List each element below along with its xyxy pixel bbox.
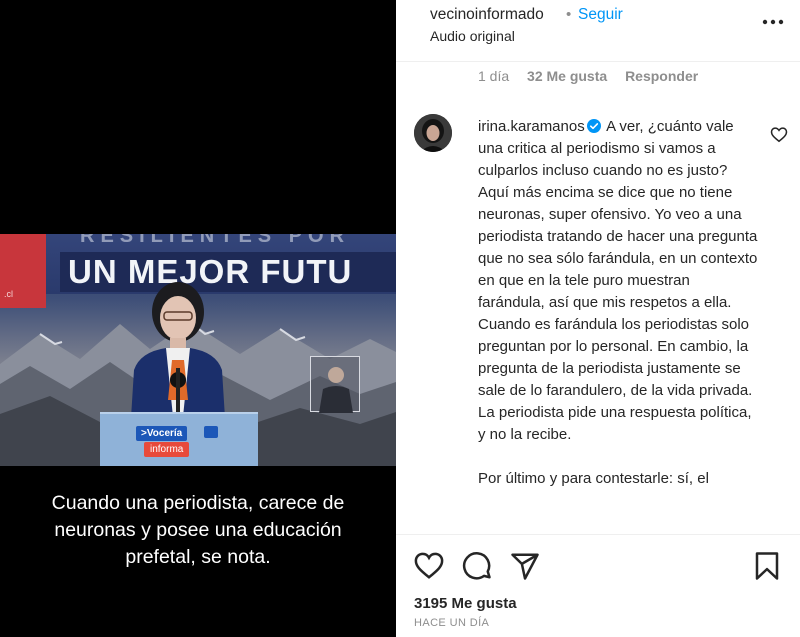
post-actions: 3195 Me gusta HACE UN DÍA xyxy=(396,534,800,637)
comment-text-continued: Por último y para contestarle: sí, el xyxy=(478,470,709,487)
comment-heart-icon[interactable] xyxy=(770,126,788,143)
post-panel: vecinoinformado • Seguir Audio original … xyxy=(396,0,800,637)
separator-dot: • xyxy=(566,6,572,23)
comment-body: irina.karamanos A ver, ¿cuánto vale una … xyxy=(478,116,758,490)
comments-section[interactable]: 1 día 32 Me gusta Responder irina.karama… xyxy=(396,62,800,534)
video-frame[interactable]: RESILIENTES POR UN MEJOR FUTU .cl >Vocer… xyxy=(0,234,396,466)
caption-line: prefetal, se nota. xyxy=(125,546,271,568)
video-panel[interactable]: RESILIENTES POR UN MEJOR FUTU .cl >Vocer… xyxy=(0,0,396,637)
comment-meta-row: 1 día 32 Me gusta Responder xyxy=(478,68,712,84)
comment-author[interactable]: irina.karamanos xyxy=(478,118,585,135)
banner-top-text: RESILIENTES POR xyxy=(80,234,351,247)
podium: >Vocería informa xyxy=(100,412,258,466)
caption-line: Cuando una periodista, carece de xyxy=(51,492,345,514)
post-time-ago: HACE UN DÍA xyxy=(414,617,490,629)
comment-text: A ver, ¿cuánto vale una critica al perio… xyxy=(478,118,758,443)
caption-line: neuronas y posee una educación xyxy=(54,519,342,541)
verified-badge-icon xyxy=(586,119,601,133)
video-caption: Cuando una periodista, carece de neurona… xyxy=(20,490,376,571)
vocero-informa-badge: >Vocería informa xyxy=(136,426,204,460)
post-header: vecinoinformado • Seguir Audio original xyxy=(396,0,800,62)
comment-paragraph: irina.karamanos A ver, ¿cuánto vale una … xyxy=(478,116,758,446)
post-username[interactable]: vecinoinformado xyxy=(430,6,544,24)
podium-tag xyxy=(204,426,218,438)
sign-language-interpreter xyxy=(310,356,360,413)
more-horizontal-icon[interactable] xyxy=(760,10,786,34)
post-likes-count[interactable]: 3195 Me gusta xyxy=(414,595,517,612)
avatar[interactable] xyxy=(414,114,452,152)
bookmark-icon[interactable] xyxy=(752,551,782,581)
red-logo-block: .cl xyxy=(0,234,46,308)
badge-informa: informa xyxy=(144,442,190,457)
share-icon[interactable] xyxy=(510,551,540,581)
heart-icon[interactable] xyxy=(414,551,444,581)
badge-vocero: >Vocería xyxy=(136,426,188,441)
reply-button[interactable]: Responder xyxy=(625,68,698,84)
follow-button[interactable]: Seguir xyxy=(578,6,623,24)
audio-label[interactable]: Audio original xyxy=(430,28,515,44)
comment-time: 1 día xyxy=(478,68,510,84)
comment-icon[interactable] xyxy=(462,551,492,581)
red-block-text: .cl xyxy=(4,289,13,299)
comment-likes[interactable]: 32 Me gusta xyxy=(527,68,607,84)
